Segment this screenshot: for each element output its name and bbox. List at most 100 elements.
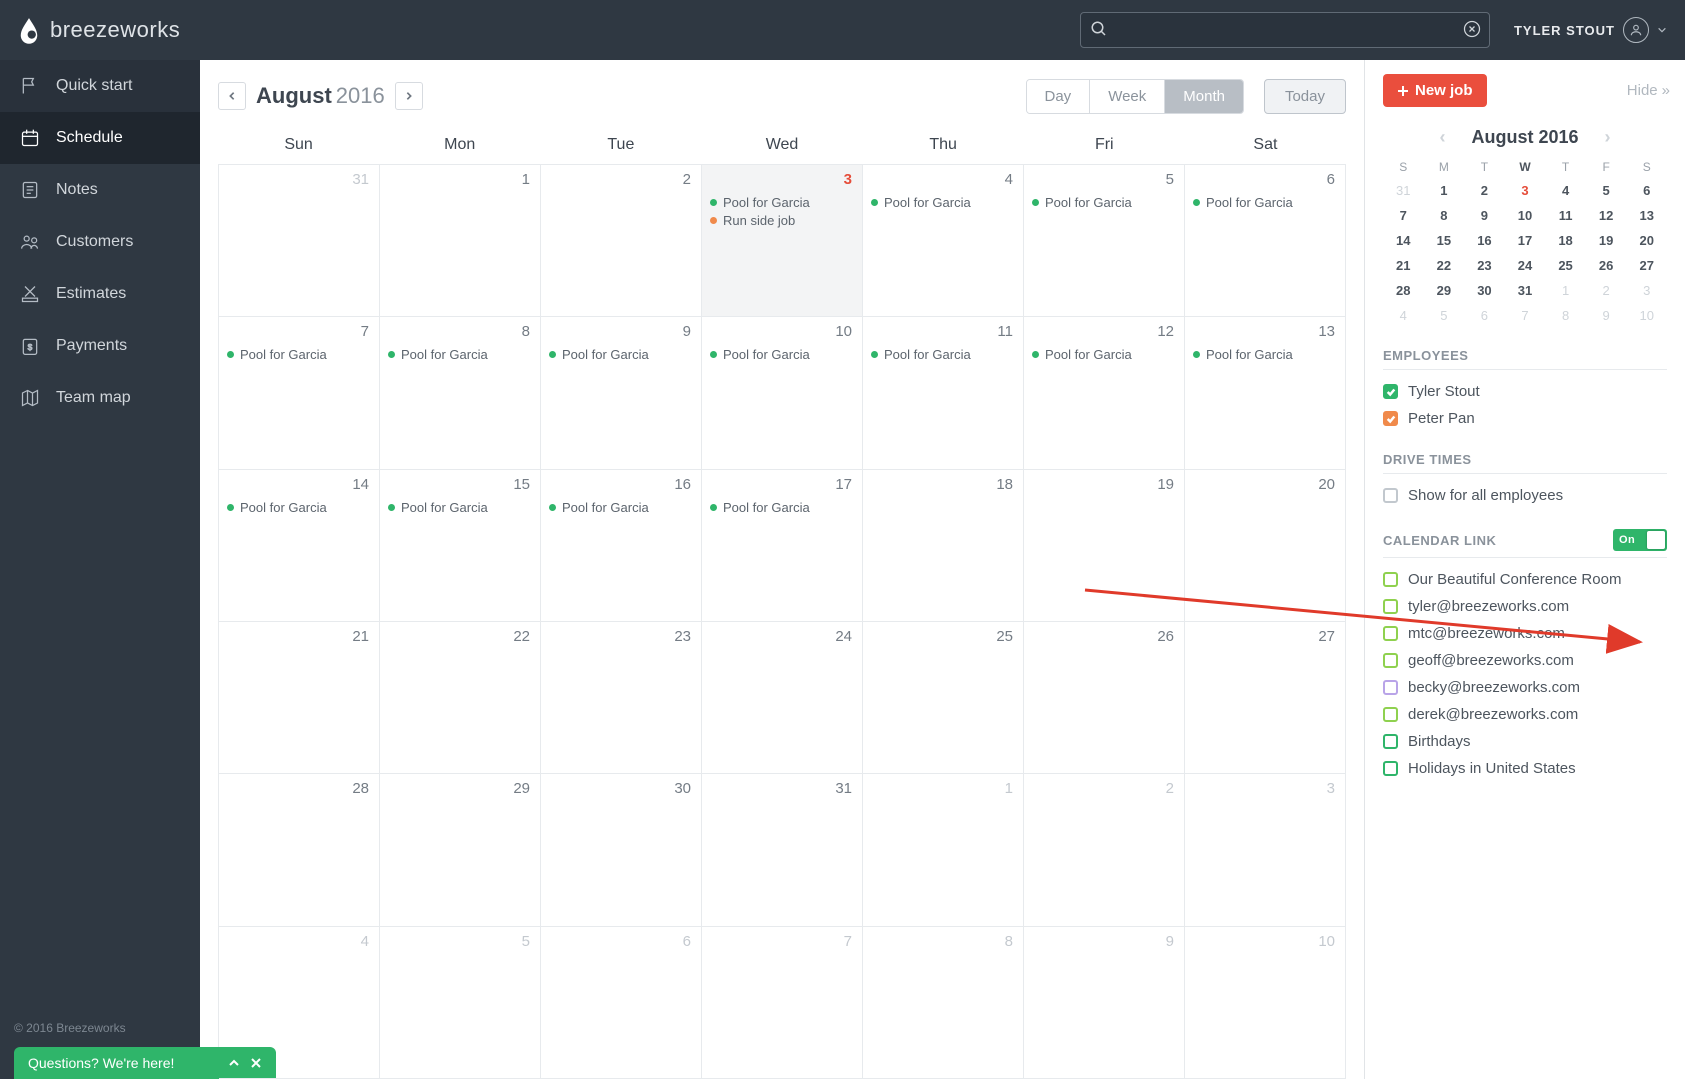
calendar-event[interactable]: Pool for Garcia	[1193, 347, 1337, 362]
day-cell[interactable]: 26	[1024, 622, 1185, 774]
calendar-event[interactable]: Pool for Garcia	[871, 195, 1015, 210]
mini-day-cell[interactable]: 30	[1464, 278, 1505, 303]
mini-day-cell[interactable]: 22	[1424, 253, 1465, 278]
mini-day-cell[interactable]: 16	[1464, 228, 1505, 253]
day-cell[interactable]: 10Pool for Garcia	[702, 317, 863, 469]
mini-day-cell[interactable]: 25	[1545, 253, 1586, 278]
today-button[interactable]: Today	[1264, 79, 1346, 114]
calendar-event[interactable]: Pool for Garcia	[549, 500, 693, 515]
mini-day-cell[interactable]: 6	[1626, 178, 1667, 203]
day-cell[interactable]: 13Pool for Garcia	[1185, 317, 1346, 469]
calendar-event[interactable]: Pool for Garcia	[1193, 195, 1337, 210]
calendar-event[interactable]: Pool for Garcia	[871, 347, 1015, 362]
mini-day-cell[interactable]: 9	[1586, 303, 1627, 328]
sidebar-item-notes[interactable]: Notes	[0, 164, 200, 216]
mini-day-cell[interactable]: 31	[1383, 178, 1424, 203]
calendar-link-toggle[interactable]: On	[1613, 529, 1667, 551]
mini-day-cell[interactable]: 5	[1424, 303, 1465, 328]
prev-month-button[interactable]	[218, 82, 246, 110]
calendar-event[interactable]: Pool for Garcia	[710, 347, 854, 362]
mini-day-cell[interactable]: 7	[1383, 203, 1424, 228]
day-cell[interactable]: 1	[863, 774, 1024, 926]
search-input[interactable]	[1080, 12, 1490, 48]
calendar-event[interactable]: Pool for Garcia	[1032, 347, 1176, 362]
day-cell[interactable]: 16Pool for Garcia	[541, 470, 702, 622]
day-cell[interactable]: 11Pool for Garcia	[863, 317, 1024, 469]
mini-day-cell[interactable]: 13	[1626, 203, 1667, 228]
view-week[interactable]: Week	[1090, 80, 1165, 113]
day-cell[interactable]: 4	[219, 927, 380, 1079]
day-cell[interactable]: 7	[702, 927, 863, 1079]
day-cell[interactable]: 6	[541, 927, 702, 1079]
day-cell[interactable]: 19	[1024, 470, 1185, 622]
mini-day-cell[interactable]: 19	[1586, 228, 1627, 253]
mini-prev-button[interactable]: ‹	[1433, 127, 1451, 148]
day-cell[interactable]: 4Pool for Garcia	[863, 165, 1024, 317]
mini-day-cell[interactable]: 29	[1424, 278, 1465, 303]
day-cell[interactable]: 2	[541, 165, 702, 317]
mini-day-cell[interactable]: 23	[1464, 253, 1505, 278]
calendar-event[interactable]: Pool for Garcia	[227, 347, 371, 362]
mini-day-cell[interactable]: 8	[1545, 303, 1586, 328]
day-cell[interactable]: 12Pool for Garcia	[1024, 317, 1185, 469]
mini-day-cell[interactable]: 15	[1424, 228, 1465, 253]
mini-day-cell[interactable]: 1	[1545, 278, 1586, 303]
day-cell[interactable]: 5	[380, 927, 541, 1079]
day-cell[interactable]: 9	[1024, 927, 1185, 1079]
day-cell[interactable]: 21	[219, 622, 380, 774]
calendar-link-item[interactable]: geoff@breezeworks.com	[1383, 647, 1667, 674]
sidebar-item-schedule[interactable]: Schedule	[0, 112, 200, 164]
brand-logo[interactable]: breezeworks	[18, 16, 180, 44]
calendar-event[interactable]: Pool for Garcia	[388, 500, 532, 515]
mini-day-cell[interactable]: 26	[1586, 253, 1627, 278]
mini-day-cell[interactable]: 7	[1505, 303, 1546, 328]
mini-day-cell[interactable]: 6	[1464, 303, 1505, 328]
mini-day-cell[interactable]: 10	[1626, 303, 1667, 328]
mini-day-cell[interactable]: 4	[1545, 178, 1586, 203]
mini-next-button[interactable]: ›	[1599, 127, 1617, 148]
mini-day-cell[interactable]: 5	[1586, 178, 1627, 203]
day-cell[interactable]: 1	[380, 165, 541, 317]
day-cell[interactable]: 3	[1185, 774, 1346, 926]
clear-icon[interactable]	[1462, 19, 1482, 39]
mini-day-cell[interactable]: 27	[1626, 253, 1667, 278]
sidebar-item-payments[interactable]: $Payments	[0, 320, 200, 372]
day-cell[interactable]: 24	[702, 622, 863, 774]
day-cell[interactable]: 29	[380, 774, 541, 926]
day-cell[interactable]: 31	[702, 774, 863, 926]
day-cell[interactable]: 10	[1185, 927, 1346, 1079]
day-cell[interactable]: 8	[863, 927, 1024, 1079]
mini-day-cell[interactable]: 14	[1383, 228, 1424, 253]
day-cell[interactable]: 17Pool for Garcia	[702, 470, 863, 622]
day-cell[interactable]: 7Pool for Garcia	[219, 317, 380, 469]
mini-day-cell[interactable]: 24	[1505, 253, 1546, 278]
calendar-link-item[interactable]: Holidays in United States	[1383, 755, 1667, 782]
sidebar-item-team-map[interactable]: Team map	[0, 372, 200, 424]
sidebar-item-customers[interactable]: Customers	[0, 216, 200, 268]
mini-day-cell[interactable]: 12	[1586, 203, 1627, 228]
day-cell[interactable]: 9Pool for Garcia	[541, 317, 702, 469]
calendar-event[interactable]: Pool for Garcia	[710, 500, 854, 515]
mini-day-cell[interactable]: 2	[1586, 278, 1627, 303]
drive-times-toggle-all[interactable]: Show for all employees	[1383, 482, 1667, 509]
mini-day-cell[interactable]: 10	[1505, 203, 1546, 228]
mini-day-cell[interactable]: 3	[1505, 178, 1546, 203]
view-day[interactable]: Day	[1027, 80, 1091, 113]
calendar-event[interactable]: Pool for Garcia	[549, 347, 693, 362]
calendar-link-item[interactable]: Birthdays	[1383, 728, 1667, 755]
sidebar-item-estimates[interactable]: Estimates	[0, 268, 200, 320]
hide-panel-link[interactable]: Hide »	[1627, 82, 1667, 99]
employee-filter[interactable]: Peter Pan	[1383, 405, 1667, 432]
mini-day-cell[interactable]: 21	[1383, 253, 1424, 278]
day-cell[interactable]: 20	[1185, 470, 1346, 622]
calendar-event[interactable]: Pool for Garcia	[227, 500, 371, 515]
day-cell[interactable]: 30	[541, 774, 702, 926]
calendar-link-item[interactable]: mtc@breezeworks.com	[1383, 620, 1667, 647]
mini-day-cell[interactable]: 31	[1505, 278, 1546, 303]
mini-day-cell[interactable]: 2	[1464, 178, 1505, 203]
next-month-button[interactable]	[395, 82, 423, 110]
day-cell[interactable]: 18	[863, 470, 1024, 622]
calendar-link-item[interactable]: tyler@breezeworks.com	[1383, 593, 1667, 620]
day-cell[interactable]: 27	[1185, 622, 1346, 774]
calendar-link-item[interactable]: derek@breezeworks.com	[1383, 701, 1667, 728]
